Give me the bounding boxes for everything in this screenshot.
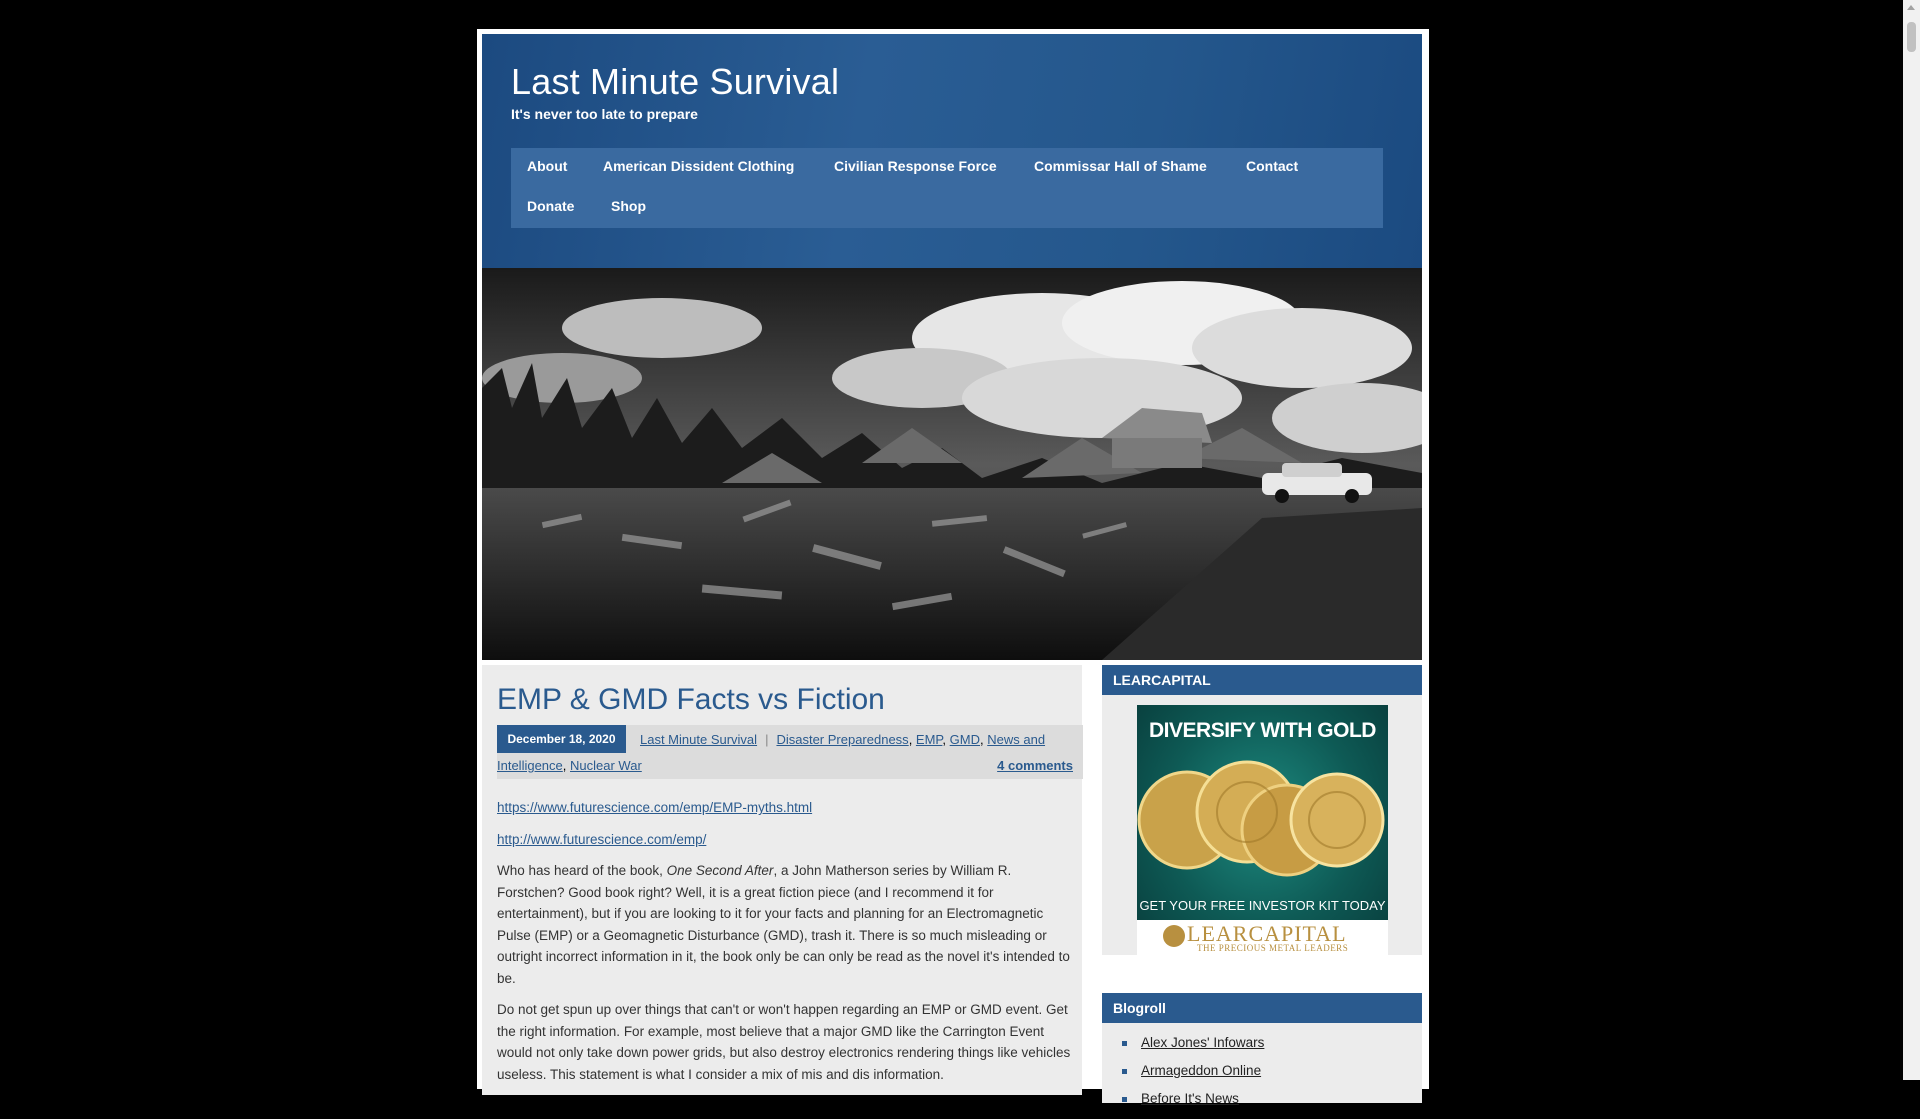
blogroll-list: Alex Jones' Infowars Armageddon Online B… xyxy=(1122,1035,1264,1119)
widget-title-learcapital: LEARCAPITAL xyxy=(1102,665,1422,695)
ad-headline: DIVERSIFY WITH GOLD xyxy=(1149,719,1376,742)
post-title[interactable]: EMP & GMD Facts vs Fiction xyxy=(497,683,885,717)
nav-item-contact[interactable]: Contact xyxy=(1246,158,1298,174)
ad-footer: LEARCAPITAL THE PRECIOUS METAL LEADERS xyxy=(1137,920,1388,955)
blogroll-link-armageddon-online[interactable]: Armageddon Online xyxy=(1141,1063,1261,1078)
blogroll-item: Armageddon Online xyxy=(1122,1063,1264,1091)
post-meta: December 18, 2020 Last Minute Survival | D… xyxy=(497,725,1083,779)
post-date: December 18, 2020 xyxy=(497,725,626,753)
category-link-news-and-intelligence-cont[interactable]: Intelligence xyxy=(497,758,563,773)
post-paragraph-1: Who has heard of the book, One Second Af… xyxy=(497,863,1070,986)
category-link-nuclear-war[interactable]: Nuclear War xyxy=(570,758,642,773)
site-title[interactable]: Last Minute Survival xyxy=(511,61,839,103)
post-author-link[interactable]: Last Minute Survival xyxy=(640,732,757,747)
ad-cta: GET YOUR FREE INVESTOR KIT TODAY xyxy=(1139,898,1386,913)
post-meta-line-2: Intelligence, Nuclear War xyxy=(497,758,642,773)
site-tagline: It's never too late to prepare xyxy=(511,106,698,122)
post-link-emp-myths[interactable]: https://www.futurescience.com/emp/EMP-my… xyxy=(497,800,812,815)
nav-item-commissar-hall-of-shame[interactable]: Commissar Hall of Shame xyxy=(1034,158,1207,174)
category-link-disaster-preparedness[interactable]: Disaster Preparedness xyxy=(776,732,908,747)
nav-item-civilian-response-force[interactable]: Civilian Response Force xyxy=(834,158,997,174)
blogroll-item: Before It's News xyxy=(1122,1091,1264,1119)
scroll-up-icon[interactable] xyxy=(1907,5,1915,10)
site-header: Last Minute Survival It's never too late… xyxy=(482,34,1422,287)
post-content: EMP & GMD Facts vs Fiction December 18, … xyxy=(482,665,1083,1095)
category-link-gmd[interactable]: GMD xyxy=(950,732,980,747)
post-meta-line-1: Last Minute Survival | Disaster Preparedne… xyxy=(640,732,1046,747)
comments-link[interactable]: 4 comments xyxy=(997,758,1073,773)
category-link-news-and-intelligence[interactable]: News and xyxy=(987,732,1045,747)
post-link-futurescience-emp[interactable]: http://www.futurescience.com/emp/ xyxy=(497,832,706,847)
page-wrapper: Last Minute Survival It's never too late… xyxy=(477,29,1429,1106)
sidebar: LEARCAPITAL DIVERSIFY WITH GOLD GET YOUR… xyxy=(1102,665,1422,1106)
blogroll-link-infowars[interactable]: Alex Jones' Infowars xyxy=(1141,1035,1264,1050)
gold-coins-image xyxy=(1137,760,1385,877)
learcapital-ad-banner[interactable]: DIVERSIFY WITH GOLD GET YOUR FREE INVEST… xyxy=(1137,705,1388,955)
nav-item-about[interactable]: About xyxy=(527,158,567,174)
nav-item-donate[interactable]: Donate xyxy=(527,198,574,214)
post-paragraph-2: Do not get spun up over things that can'… xyxy=(497,1002,1071,1082)
widget-title-blogroll: Blogroll xyxy=(1102,993,1422,1023)
vertical-scrollbar[interactable] xyxy=(1903,0,1920,1080)
meta-separator: | xyxy=(765,732,769,747)
blogroll-link-before-its-news[interactable]: Before It's News xyxy=(1141,1091,1239,1106)
widget-learcapital: LEARCAPITAL DIVERSIFY WITH GOLD GET YOUR… xyxy=(1102,665,1422,955)
hero-disaster-photo xyxy=(482,268,1422,660)
nav-item-american-dissident-clothing[interactable]: American Dissident Clothing xyxy=(603,158,794,174)
learcapital-logo-icon xyxy=(1163,925,1185,947)
ad-brand-subtitle: THE PRECIOUS METAL LEADERS xyxy=(1197,943,1349,953)
book-title: One Second After xyxy=(666,863,774,878)
category-link-emp[interactable]: EMP xyxy=(916,732,943,747)
post-body: https://www.futurescience.com/emp/EMP-my… xyxy=(497,797,1079,1095)
widget-blogroll: Blogroll Alex Jones' Infowars Armageddon… xyxy=(1102,993,1422,1106)
scrollbar-thumb[interactable] xyxy=(1907,22,1916,52)
nav-item-shop[interactable]: Shop xyxy=(611,198,646,214)
blogroll-item: Alex Jones' Infowars xyxy=(1122,1035,1264,1063)
hero-image xyxy=(482,268,1422,660)
main-nav: About American Dissident Clothing Civili… xyxy=(511,148,1383,228)
